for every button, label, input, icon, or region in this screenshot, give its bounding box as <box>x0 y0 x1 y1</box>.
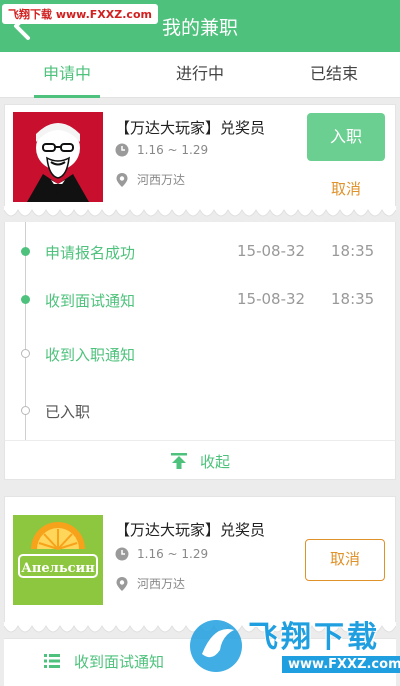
orange-logo-text: Апельсин <box>21 561 95 576</box>
watermark-title: 飞翔下载 <box>248 620 380 655</box>
timeline-step: 申请报名成功 15-08-32 18:35 <box>5 240 395 264</box>
collapse-up-icon <box>170 453 187 469</box>
cancel-button[interactable]: 取消 <box>305 539 385 581</box>
location-pin-icon <box>116 172 128 187</box>
tab-in-progress[interactable]: 进行中 <box>160 52 240 98</box>
onboard-button[interactable]: 入职 <box>307 113 385 161</box>
timeline-step: 收到入职通知 <box>5 342 395 366</box>
tab-applying[interactable]: 申请中 <box>28 52 106 98</box>
tab-bar: 申请中 进行中 已结束 <box>0 52 400 98</box>
job-location-text: 河西万达 <box>137 577 186 591</box>
watermark-bottom: 飞翔下载 www.FXXZ.com <box>186 604 400 686</box>
job-title: 【万达大玩家】兑奖员 <box>115 521 266 539</box>
tab-finished[interactable]: 已结束 <box>294 52 374 98</box>
watermark-url: www.FXXZ.com <box>282 656 400 673</box>
step-time: 18:35 <box>331 242 375 260</box>
step-label: 申请报名成功 <box>45 244 136 262</box>
step-dot <box>21 349 30 358</box>
job-dates-text: 1.16 ~ 1.29 <box>137 143 209 157</box>
job-location: 河西万达 <box>115 575 185 592</box>
timeline-step: 收到面试通知 15-08-32 18:35 <box>5 288 395 312</box>
fxxz-logo-icon <box>190 620 242 672</box>
top-bar: 我的兼职 飞翔下载 www.FXXZ.com <box>0 0 400 52</box>
step-date: 15-08-32 <box>237 290 306 308</box>
job-location: 河西万达 <box>115 171 185 188</box>
step-label: 收到入职通知 <box>45 346 136 364</box>
step-dot <box>21 247 30 256</box>
step-dot <box>21 406 30 415</box>
job-card[interactable]: 【万达大玩家】兑奖员 1.16 ~ 1.29 河西万达 入职 取消 <box>4 104 396 208</box>
job-dates: 1.16 ~ 1.29 <box>115 143 208 157</box>
job-dates: 1.16 ~ 1.29 <box>115 547 208 561</box>
progress-timeline: 申请报名成功 15-08-32 18:35 收到面试通知 15-08-32 18… <box>4 222 396 440</box>
clock-icon <box>115 143 129 157</box>
step-label: 已入职 <box>45 403 91 421</box>
clock-icon <box>115 547 129 561</box>
job-location-text: 河西万达 <box>137 173 186 187</box>
job-title: 【万达大玩家】兑奖员 <box>115 119 266 137</box>
step-date: 15-08-32 <box>237 242 306 260</box>
step-dot <box>21 295 30 304</box>
orange-slice-logo-icon: Апельсин <box>13 515 103 605</box>
bottom-status-label: 收到面试通知 <box>74 652 165 671</box>
timeline-step: 已入职 <box>5 399 395 423</box>
collapse-label: 收起 <box>199 452 230 471</box>
step-time: 18:35 <box>331 290 375 308</box>
list-icon <box>44 654 60 668</box>
collapse-button[interactable]: 收起 <box>4 440 396 480</box>
cancel-button[interactable]: 取消 <box>307 177 385 201</box>
watermark-top: 飞翔下载 www.FXXZ.com <box>2 4 158 24</box>
step-label: 收到面试通知 <box>45 292 136 310</box>
kfc-colonel-logo-icon <box>13 112 103 202</box>
job-dates-text: 1.16 ~ 1.29 <box>137 547 209 561</box>
scallop-divider <box>4 206 396 217</box>
location-pin-icon <box>116 576 128 591</box>
